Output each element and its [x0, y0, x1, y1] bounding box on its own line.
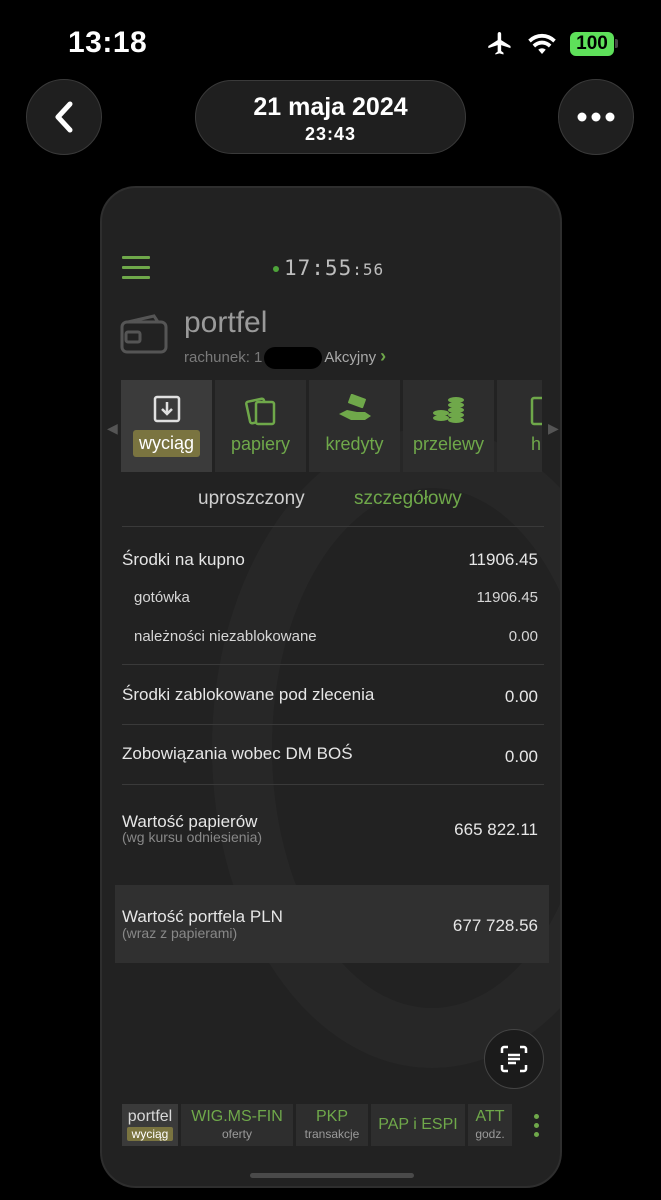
ellipsis-icon: [577, 112, 615, 122]
battery-nub: [615, 39, 618, 48]
status-time: 13:18: [68, 26, 148, 59]
tile-label: przelewy: [412, 434, 485, 454]
account-title: portfel: [184, 306, 268, 339]
tile-papiery[interactable]: papiery: [215, 380, 306, 472]
divider: [122, 664, 544, 665]
coins-icon: [432, 397, 464, 423]
bottom-tab-sub: transakcje: [304, 1127, 360, 1141]
receivables-value: 0.00: [508, 628, 538, 645]
text-scan-icon: [500, 1045, 528, 1073]
divider: [122, 724, 544, 725]
blocked-value: 0.00: [504, 687, 538, 706]
more-button[interactable]: [558, 79, 634, 155]
status-bar: 13:18 100: [0, 0, 661, 80]
bottom-tabs: portfel wyciąg WIG.MS-FIN oferty PKP tra…: [122, 1104, 512, 1146]
receivables-label: należności niezablokowane: [134, 628, 317, 645]
bottom-tab-pkp[interactable]: PKP transakcje: [296, 1104, 368, 1146]
photo-date-pill[interactable]: 21 maja 2024 23:43: [195, 80, 466, 154]
portfolio-value: 677 728.56: [452, 916, 538, 935]
clock-seconds: :56: [352, 260, 385, 279]
account-selector[interactable]: rachunek: 1 Akcyjny ›: [184, 346, 387, 370]
bottom-tab-sub: oferty: [221, 1127, 252, 1141]
securities-value: 665 822.11: [454, 820, 538, 839]
bottom-tab-sub: wyciąg: [127, 1127, 173, 1141]
photo-date: 21 maja 2024: [253, 93, 408, 121]
bottom-tab-pap-espi[interactable]: PAP i ESPI: [371, 1104, 465, 1146]
hand-money-icon: [338, 393, 371, 420]
more-vertical-icon[interactable]: [534, 1114, 540, 1141]
tile-wyciag[interactable]: wyciąg: [121, 380, 212, 472]
photo-time: 23:43: [304, 124, 357, 144]
tile-przelewy[interactable]: przelewy: [403, 380, 494, 472]
tile-label: his: [530, 434, 542, 454]
view-simple-tab[interactable]: uproszczony: [198, 488, 305, 510]
blocked-label: Środki zablokowane pod zlecenia: [122, 685, 375, 704]
liabilities-label: Zobowiązania wobec DM BOŚ: [122, 744, 353, 763]
account-type: Akcyjny: [324, 349, 377, 366]
tile-label: wyciąg: [133, 430, 200, 457]
bottom-tab-title: PAP i ESPI: [378, 1116, 458, 1133]
tiles-scroll-left-icon[interactable]: ◀: [107, 420, 118, 437]
battery-icon: 100: [570, 32, 614, 56]
tile-label: papiery: [230, 434, 291, 454]
tile-kredyty[interactable]: kredyty: [309, 380, 400, 472]
download-icon: [153, 395, 180, 423]
bottom-tab-att[interactable]: ATT godz.: [468, 1104, 512, 1146]
app-clock: 17:55:56: [270, 256, 384, 280]
history-icon: [530, 396, 542, 426]
wallet-icon: [120, 314, 168, 354]
bottom-tab-title: portfel: [127, 1108, 173, 1125]
liabilities-value: 0.00: [504, 747, 538, 766]
bottom-tab-title: PKP: [315, 1108, 348, 1125]
chevron-left-icon: [55, 101, 73, 133]
wifi-icon: [528, 33, 556, 54]
tiles-scroll-right-icon[interactable]: ▶: [548, 420, 559, 437]
view-detailed-tab[interactable]: szczegółowy: [354, 488, 462, 510]
bottom-tab-title: ATT: [475, 1108, 505, 1125]
tile-label: kredyty: [325, 434, 384, 454]
bottom-tab-portfel[interactable]: portfel wyciąg: [122, 1104, 178, 1146]
menu-icon[interactable]: [122, 256, 150, 280]
clock-main: 17:55: [284, 256, 353, 280]
chevron-right-icon: ›: [380, 346, 387, 366]
documents-icon: [244, 397, 275, 426]
funds-label: Środki na kupno: [122, 550, 245, 569]
function-tiles: wyciąg papiery kredyty przelewy h: [121, 380, 542, 472]
airplane-mode-icon: [488, 31, 511, 55]
bottom-tab-wig-ms-fin[interactable]: WIG.MS-FIN oferty: [181, 1104, 293, 1146]
divider: [122, 526, 544, 527]
live-text-button[interactable]: [484, 1029, 544, 1089]
divider: [122, 784, 544, 785]
cash-value: 11906.45: [476, 589, 538, 606]
home-indicator: [250, 1173, 414, 1178]
screenshot-card: 17:55:56 portfel rachunek: 1 Akcyjny › ◀ ▶…: [100, 186, 562, 1188]
bottom-tab-title: WIG.MS-FIN: [191, 1108, 283, 1125]
tile-historia[interactable]: his: [497, 380, 542, 472]
bottom-tab-sub: godz.: [475, 1127, 505, 1141]
funds-value: 11906.45: [468, 550, 538, 569]
redaction-mark: [264, 347, 323, 370]
securities-note: (wg kursu odniesienia): [122, 829, 263, 845]
back-button[interactable]: [26, 79, 102, 155]
account-number: rachunek: 1: [184, 349, 263, 366]
portfolio-note: (wraz z papierami): [122, 925, 238, 941]
cash-label: gotówka: [134, 589, 190, 606]
portfolio-label: Wartość portfela PLN: [122, 907, 283, 926]
